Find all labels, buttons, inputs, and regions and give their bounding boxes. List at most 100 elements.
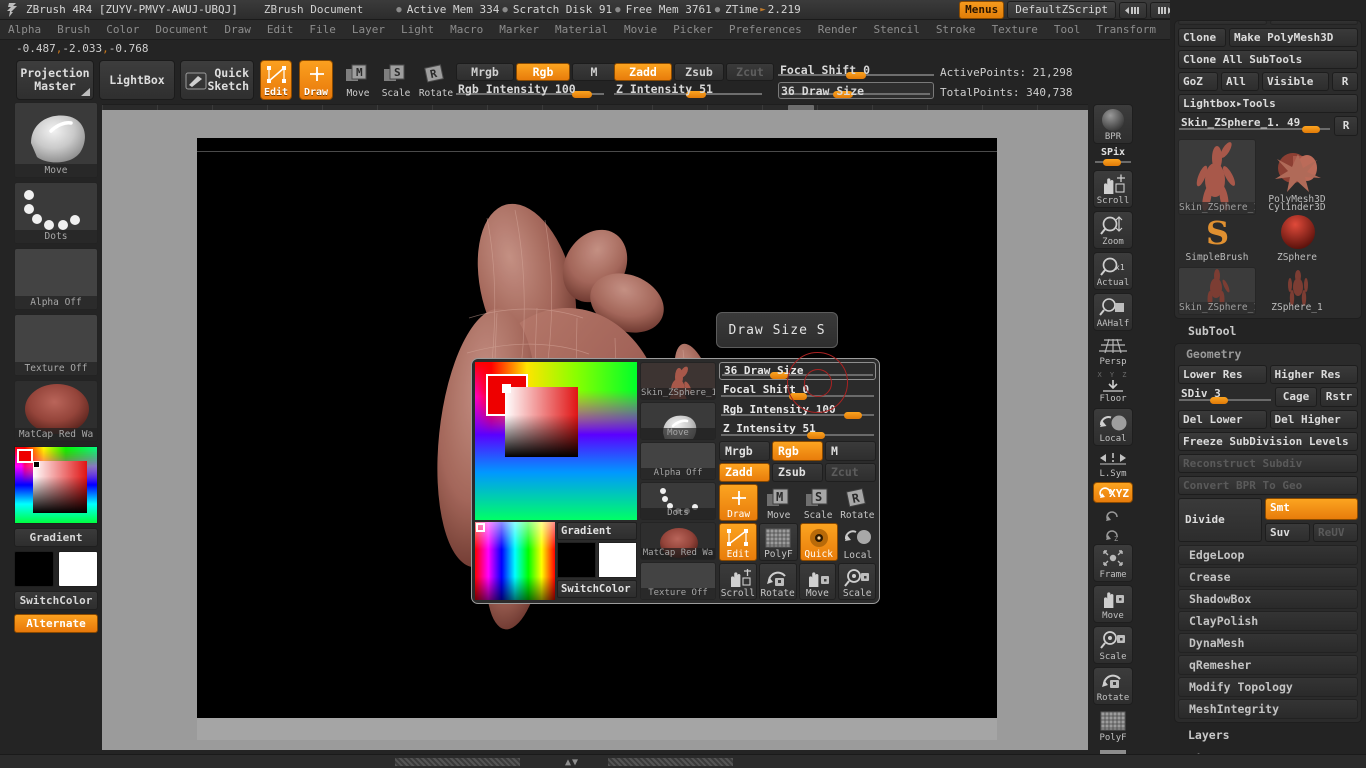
lightbox-tools-button[interactable]: Lightbox▸Tools: [1178, 94, 1358, 113]
section-qremesher[interactable]: qRemesher: [1178, 655, 1358, 675]
actual-button[interactable]: x1 Actual: [1093, 252, 1133, 290]
goz-r-button[interactable]: R: [1332, 72, 1358, 91]
popup-mrgb-toggle[interactable]: Mrgb: [719, 441, 770, 461]
rotate-nav-button[interactable]: Rotate: [1093, 667, 1133, 705]
frame-button[interactable]: Frame: [1093, 544, 1133, 582]
menu-render[interactable]: Render: [810, 22, 866, 37]
popup-zsub-toggle[interactable]: Zsub: [772, 462, 823, 483]
menu-layer[interactable]: Layer: [344, 22, 393, 37]
smt-button[interactable]: Smt: [1265, 498, 1358, 520]
popup-m-toggle[interactable]: M: [825, 441, 876, 461]
xyz-button[interactable]: XYZ: [1093, 482, 1133, 503]
menu-texture[interactable]: Texture: [984, 22, 1046, 37]
zsub-toggle[interactable]: Zsub: [674, 63, 724, 81]
section-claypolish[interactable]: ClayPolish: [1178, 611, 1358, 631]
higher-res-button[interactable]: Higher Res: [1269, 365, 1358, 384]
lower-res-button[interactable]: Lower Res: [1178, 365, 1267, 384]
popup-stroke-thumb[interactable]: Dots: [640, 482, 716, 520]
section-shadowbox[interactable]: ShadowBox: [1178, 589, 1358, 609]
geometry-section-header[interactable]: Geometry: [1178, 347, 1358, 365]
menu-file[interactable]: File: [301, 22, 344, 37]
popup-move-button[interactable]: M Move: [760, 484, 797, 521]
popup-texture-thumb[interactable]: Texture Off: [640, 562, 716, 600]
divide-button[interactable]: Divide: [1178, 498, 1262, 542]
rotate-tool-button[interactable]: R Rotate: [416, 64, 456, 99]
secondary-color-swatch[interactable]: [58, 551, 98, 587]
goz-button[interactable]: GoZ: [1178, 72, 1218, 91]
rotate-z-icon[interactable]: Z: [1093, 525, 1133, 544]
menu-material[interactable]: Material: [547, 22, 616, 37]
popup-rotate-button[interactable]: R Rotate: [839, 484, 876, 521]
move-tool-button[interactable]: M Move: [340, 64, 376, 99]
menu-stencil[interactable]: Stencil: [865, 22, 927, 37]
menu-movie[interactable]: Movie: [616, 22, 665, 37]
bottom-right-handle[interactable]: [608, 758, 733, 766]
scale-tool-button[interactable]: S Scale: [378, 64, 414, 99]
suv-button[interactable]: Suv: [1265, 523, 1310, 542]
clone-button[interactable]: Clone: [1178, 28, 1226, 47]
popup-rgb-toggle[interactable]: Rgb: [772, 441, 823, 461]
goz-visible-button[interactable]: Visible: [1262, 72, 1329, 91]
z-intensity-slider[interactable]: Z Intensity 51: [614, 82, 762, 98]
del-lower-button[interactable]: Del Lower: [1178, 410, 1267, 429]
section-crease[interactable]: Crease: [1178, 567, 1358, 587]
popup-zcut-toggle[interactable]: Zcut: [825, 462, 876, 483]
popup-secondary-color-swatch[interactable]: [598, 542, 637, 578]
zoom-button[interactable]: Zoom: [1093, 211, 1133, 249]
spix-slider[interactable]: SPix: [1093, 147, 1133, 167]
section-edgeloop[interactable]: EdgeLoop: [1178, 545, 1358, 565]
popup-scale-button[interactable]: S Scale: [800, 484, 837, 521]
alternate-button[interactable]: Alternate: [14, 614, 98, 633]
clone-all-subtools-button[interactable]: Clone All SubTools: [1178, 50, 1358, 69]
scale-nav-button[interactable]: Scale: [1093, 626, 1133, 664]
menu-preferences[interactable]: Preferences: [721, 22, 810, 37]
menu-color[interactable]: Color: [98, 22, 147, 37]
menu-tool[interactable]: Tool: [1046, 22, 1089, 37]
gradient-button[interactable]: Gradient: [14, 528, 98, 547]
popup-move2-button[interactable]: Move: [798, 562, 837, 600]
projection-master-button[interactable]: Projection Master: [16, 60, 94, 100]
current-brush-thumb[interactable]: Move: [14, 102, 98, 178]
section-meshintegrity[interactable]: MeshIntegrity: [1178, 699, 1358, 719]
current-texture-thumb[interactable]: Texture Off: [14, 314, 98, 376]
section-modify-topology[interactable]: Modify Topology: [1178, 677, 1358, 697]
menu-light[interactable]: Light: [393, 22, 442, 37]
menu-picker[interactable]: Picker: [665, 22, 721, 37]
zadd-toggle[interactable]: Zadd: [614, 63, 672, 81]
popup-local-button[interactable]: Local: [840, 523, 876, 561]
rotate-y-icon[interactable]: [1093, 506, 1133, 525]
tool-r-button[interactable]: R: [1334, 116, 1358, 136]
tool-thumb-polymesh3d[interactable]: PolyMesh3D: [1258, 151, 1336, 207]
current-alpha-thumb[interactable]: Alpha Off: [14, 248, 98, 310]
menu-edit[interactable]: Edit: [259, 22, 302, 37]
scroll-button[interactable]: Scroll: [1093, 170, 1133, 208]
layers-section-header[interactable]: Layers: [1170, 723, 1366, 747]
local-button[interactable]: Local: [1093, 408, 1133, 446]
current-material-thumb[interactable]: MatCap Red Wa: [14, 380, 98, 442]
edit-button[interactable]: Edit: [260, 60, 292, 100]
quick-sketch-button[interactable]: Quick Sketch: [180, 60, 254, 100]
focal-shift-slider[interactable]: Focal Shift 0: [778, 63, 934, 79]
cage-button[interactable]: Cage: [1275, 387, 1317, 407]
menu-stroke[interactable]: Stroke: [928, 22, 984, 37]
color-picker-wheel[interactable]: [14, 446, 98, 524]
reuv-button[interactable]: ReUV: [1313, 523, 1358, 542]
reconstruct-subdiv-button[interactable]: Reconstruct Subdiv: [1178, 454, 1358, 473]
persp-button[interactable]: Persp: [1093, 334, 1133, 368]
mrgb-toggle[interactable]: Mrgb: [456, 63, 514, 81]
bpr-button[interactable]: BPR: [1093, 104, 1133, 144]
zscript-prev-icon[interactable]: [1119, 1, 1147, 19]
popup-alpha-thumb[interactable]: Alpha Off: [640, 442, 716, 480]
sdiv-slider[interactable]: SDiv 3: [1178, 387, 1272, 404]
menu-document[interactable]: Document: [147, 22, 216, 37]
lsym-button[interactable]: L.Sym: [1093, 449, 1133, 479]
menu-marker[interactable]: Marker: [491, 22, 547, 37]
menu-macro[interactable]: Macro: [442, 22, 491, 37]
popup-main-color-swatch[interactable]: [557, 542, 596, 578]
popup-material-thumb[interactable]: MatCap Red Wa: [640, 522, 716, 560]
popup-gradient-button[interactable]: Gradient: [557, 522, 637, 540]
menu-alpha[interactable]: Alpha: [0, 22, 49, 37]
popup-switchcolor-button[interactable]: SwitchColor: [557, 580, 637, 598]
current-stroke-thumb[interactable]: Dots: [14, 182, 98, 244]
zcut-toggle[interactable]: Zcut: [726, 63, 774, 81]
